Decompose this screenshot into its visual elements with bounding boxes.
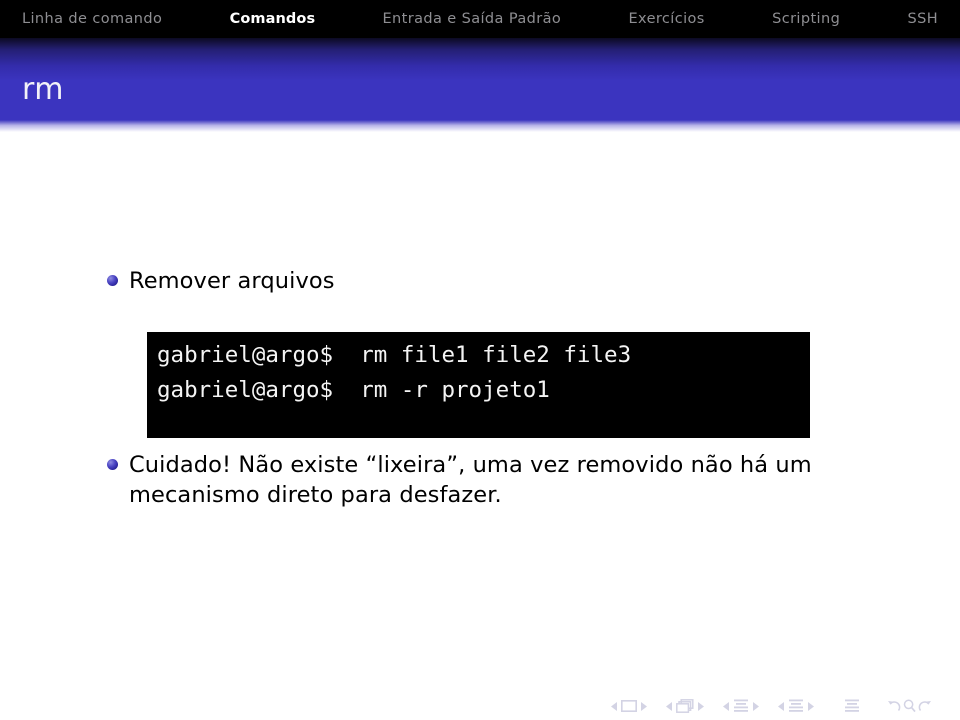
forward-icon[interactable] — [918, 699, 932, 713]
previous-section-icon[interactable] — [778, 701, 785, 711]
next-frame-icon[interactable] — [697, 701, 704, 711]
previous-subsection-icon[interactable] — [723, 701, 730, 711]
next-section-icon[interactable] — [807, 701, 814, 711]
bullet-dot-icon — [107, 459, 118, 470]
page-title: rm — [22, 72, 65, 107]
code-line-1: gabriel@argo$ rm file1 file2 file3 — [157, 342, 632, 368]
code-line-2: gabriel@argo$ rm -r projeto1 — [157, 377, 550, 403]
nav-group-slide — [608, 700, 650, 712]
frame-icon[interactable] — [676, 699, 694, 713]
previous-slide-icon[interactable] — [611, 701, 618, 711]
section-icon[interactable] — [788, 699, 804, 713]
back-icon[interactable] — [887, 699, 901, 713]
slide-icon[interactable] — [621, 700, 637, 712]
nav-tab-entrada-e-saida-padrao[interactable]: Entrada e Saída Padrão — [379, 11, 566, 27]
nav-group-document — [844, 699, 860, 713]
section-navigation-bar: Linha de comando Comandos Entrada e Saíd… — [0, 0, 960, 38]
list-item-label: Cuidado! Não existe “lixeira”, uma vez r… — [129, 452, 812, 508]
nav-tab-scripting[interactable]: Scripting — [768, 11, 844, 27]
nav-tab-ssh[interactable]: SSH — [904, 11, 943, 27]
nav-tab-exercicios[interactable]: Exercícios — [624, 11, 708, 27]
nav-tab-comandos[interactable]: Comandos — [226, 11, 320, 27]
list-item-label: Remover arquivos — [129, 268, 335, 294]
slide-content: Remover arquivos gabriel@argo$ rm file1 … — [0, 132, 960, 688]
frame-title-bar — [0, 38, 960, 120]
nav-group-frame — [663, 699, 707, 713]
nav-tab-linha-de-comando[interactable]: Linha de comando — [18, 11, 166, 27]
previous-frame-icon[interactable] — [666, 701, 673, 711]
next-slide-icon[interactable] — [640, 701, 647, 711]
next-subsection-icon[interactable] — [752, 701, 759, 711]
terminal-code-block: gabriel@argo$ rm file1 file2 file3 gabri… — [147, 332, 810, 438]
list-item-cuidado: Cuidado! Não existe “lixeira”, uma vez r… — [107, 450, 867, 510]
frame-title-bar-fade — [0, 120, 960, 132]
nav-group-actions — [887, 699, 932, 713]
beamer-navigation-symbols — [608, 697, 948, 715]
nav-group-section — [775, 699, 817, 713]
bullet-dot-icon — [107, 275, 118, 286]
list-item-remover-arquivos: Remover arquivos — [107, 266, 335, 296]
nav-group-subsection — [720, 699, 762, 713]
search-icon[interactable] — [903, 699, 916, 713]
document-icon[interactable] — [844, 699, 860, 713]
subsection-icon[interactable] — [733, 699, 749, 713]
